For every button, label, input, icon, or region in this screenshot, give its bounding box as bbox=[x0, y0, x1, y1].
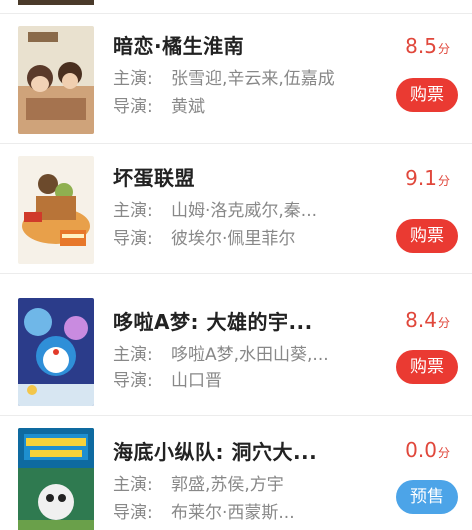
divider bbox=[0, 273, 472, 274]
movie-title: 海底小纵队: 洞穴大... bbox=[113, 440, 318, 464]
director-value: 彼埃尔·佩里菲尔 bbox=[171, 229, 296, 249]
buy-ticket-button[interactable]: 购票 bbox=[396, 219, 458, 253]
movie-item[interactable]: 海底小纵队: 洞穴大... 主演: 郭盛,苏侯,方宇 导演: 布莱尔·西蒙斯... … bbox=[0, 416, 472, 530]
score-value: 0.0 bbox=[405, 438, 437, 462]
score-unit: 分 bbox=[437, 316, 450, 330]
movie-score: 0.0分 bbox=[405, 438, 450, 462]
movie-score: 8.4分 bbox=[405, 308, 450, 332]
movie-stars: 主演: 张雪迎,辛云来,伍嘉成 bbox=[113, 64, 335, 89]
stars-label: 主演: bbox=[113, 69, 153, 89]
movie-score: 8.5分 bbox=[405, 34, 450, 58]
director-value: 山口晋 bbox=[171, 371, 222, 391]
stars-label: 主演: bbox=[113, 345, 153, 365]
movie-score: 9.1分 bbox=[405, 166, 450, 190]
director-value: 布莱尔·西蒙斯... bbox=[171, 503, 295, 523]
movie-poster[interactable] bbox=[18, 428, 94, 530]
stars-value: 哆啦A梦,水田山葵,... bbox=[171, 345, 329, 365]
movie-stars: 主演: 郭盛,苏侯,方宇 bbox=[113, 470, 284, 495]
director-label: 导演: bbox=[113, 371, 153, 391]
director-label: 导演: bbox=[113, 229, 153, 249]
movie-poster[interactable] bbox=[18, 156, 94, 264]
director-label: 导演: bbox=[113, 503, 153, 523]
movie-item[interactable]: 暗恋·橘生淮南 主演: 张雪迎,辛云来,伍嘉成 导演: 黄斌 8.5分 购票 bbox=[0, 14, 472, 144]
movie-stars: 主演: 哆啦A梦,水田山葵,... bbox=[113, 340, 329, 365]
score-unit: 分 bbox=[437, 42, 450, 56]
buy-ticket-button[interactable]: 购票 bbox=[396, 78, 458, 112]
movie-director: 导演: 山口晋 bbox=[113, 366, 222, 391]
director-label: 导演: bbox=[113, 97, 153, 117]
stars-value: 张雪迎,辛云来,伍嘉成 bbox=[171, 69, 335, 89]
previous-poster bbox=[18, 0, 94, 5]
movie-director: 导演: 彼埃尔·佩里菲尔 bbox=[113, 224, 295, 249]
movie-poster[interactable] bbox=[18, 298, 94, 406]
director-value: 黄斌 bbox=[171, 97, 205, 117]
stars-value: 郭盛,苏侯,方宇 bbox=[171, 475, 284, 495]
movie-poster[interactable] bbox=[18, 26, 94, 134]
movie-item[interactable]: 坏蛋联盟 主演: 山姆·洛克威尔,秦... 导演: 彼埃尔·佩里菲尔 9.1分 购票 bbox=[0, 144, 472, 274]
movie-item[interactable]: 哆啦A梦: 大雄的宇... 主演: 哆啦A梦,水田山葵,... 导演: 山口晋 8.… bbox=[0, 286, 472, 416]
movie-title: 哆啦A梦: 大雄的宇... bbox=[113, 310, 313, 334]
presale-ticket-button[interactable]: 预售 bbox=[396, 480, 458, 514]
score-unit: 分 bbox=[437, 174, 450, 188]
movie-title: 坏蛋联盟 bbox=[113, 166, 195, 190]
movie-title: 暗恋·橘生淮南 bbox=[113, 34, 245, 58]
previous-item-remnant bbox=[0, 0, 472, 14]
movie-director: 导演: 布莱尔·西蒙斯... bbox=[113, 498, 295, 523]
score-unit: 分 bbox=[437, 446, 450, 460]
movie-director: 导演: 黄斌 bbox=[113, 92, 205, 117]
buy-ticket-button[interactable]: 购票 bbox=[396, 350, 458, 384]
score-value: 8.4 bbox=[405, 308, 437, 332]
stars-label: 主演: bbox=[113, 201, 153, 221]
movie-stars: 主演: 山姆·洛克威尔,秦... bbox=[113, 196, 317, 221]
score-value: 8.5 bbox=[405, 34, 437, 58]
stars-label: 主演: bbox=[113, 475, 153, 495]
stars-value: 山姆·洛克威尔,秦... bbox=[171, 201, 318, 221]
score-value: 9.1 bbox=[405, 166, 437, 190]
